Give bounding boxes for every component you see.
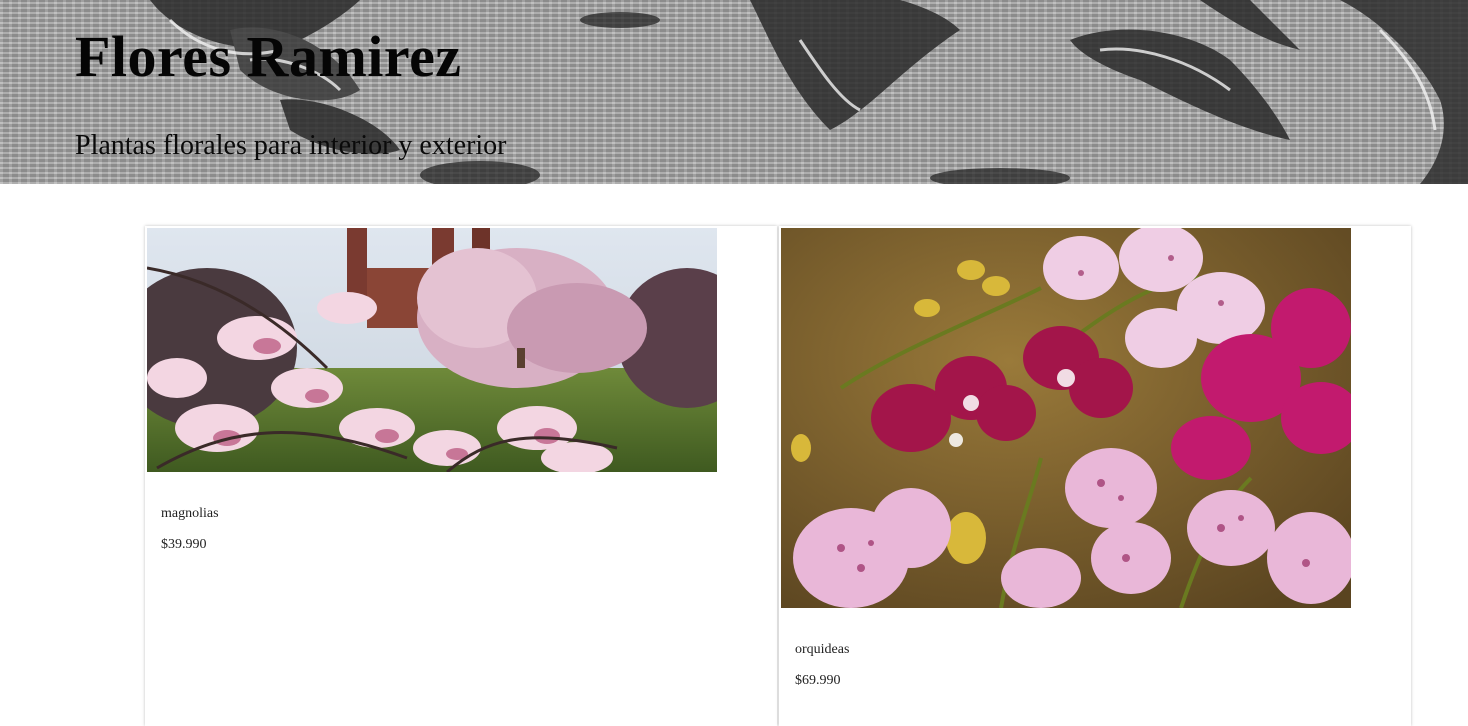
product-price: $69.990 [795, 673, 841, 688]
product-card-magnolias[interactable]: magnolias $39.990 [145, 226, 777, 726]
product-name[interactable]: orquideas [795, 641, 849, 659]
site-subtitle: Plantas florales para interior y exterio… [75, 130, 507, 161]
orchid-photo [781, 228, 1351, 608]
product-name[interactable]: magnolias [161, 505, 219, 523]
product-grid: magnolias $39.990 orquideas $69.990 [145, 226, 1413, 726]
product-image-magnolias[interactable] [147, 228, 717, 472]
product-price: $39.990 [161, 537, 207, 552]
product-image-orquideas[interactable] [781, 228, 1351, 608]
product-card-orquideas[interactable]: orquideas $69.990 [779, 226, 1411, 726]
header-banner: Flores Ramirez Plantas florales para int… [0, 0, 1468, 184]
site-title: Flores Ramirez [75, 24, 462, 89]
magnolia-photo [147, 228, 717, 472]
